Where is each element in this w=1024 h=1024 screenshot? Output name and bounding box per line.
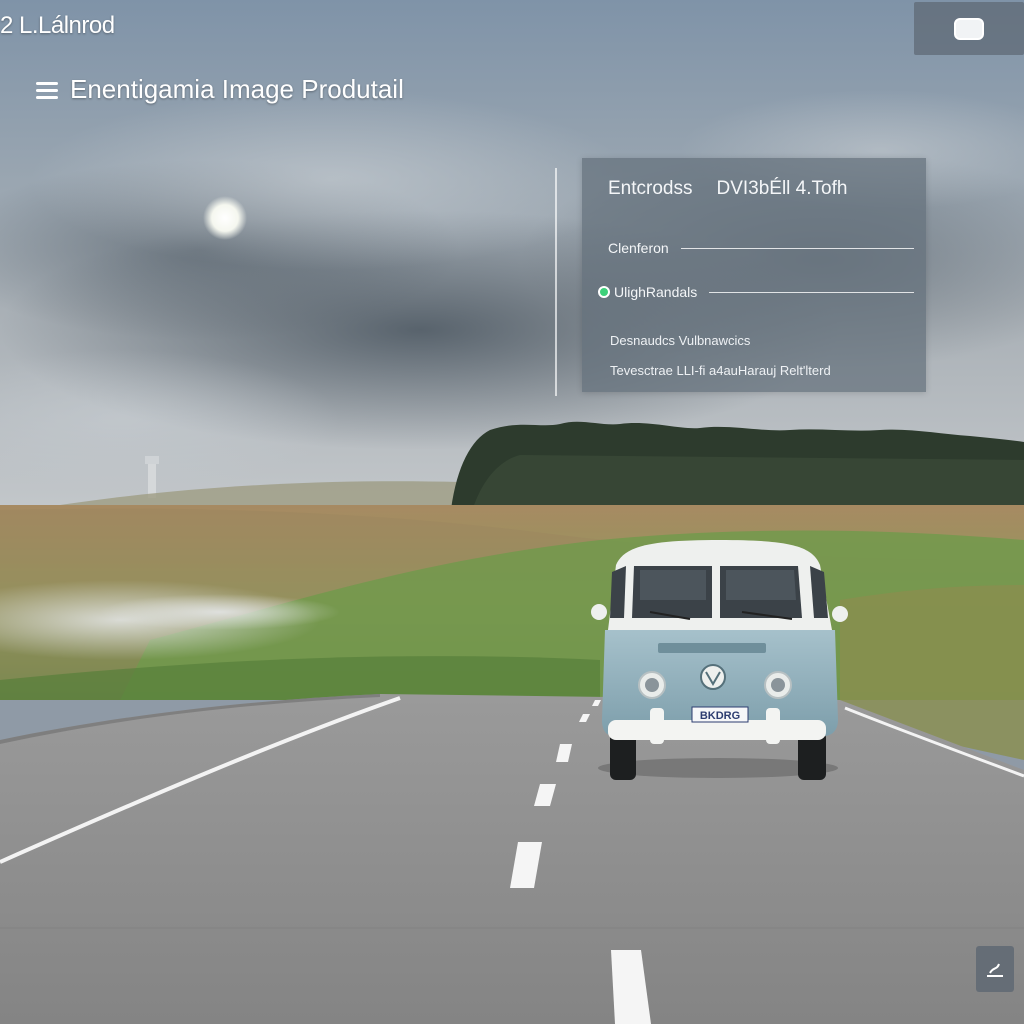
panel-tab-right[interactable]: DVI3bÉll 4.Tofh bbox=[716, 178, 847, 200]
window-button[interactable] bbox=[914, 2, 1024, 55]
field-slider-track[interactable] bbox=[680, 247, 914, 249]
background-photo: BKDRG bbox=[0, 0, 1024, 1024]
info-panel: Entcrodss DVI3bÉll 4.Tofh Clenferon Ulig… bbox=[582, 158, 926, 392]
app-title: Enentigamia Image Produtail bbox=[70, 74, 404, 104]
field-row-clenferon[interactable]: Clenferon bbox=[608, 240, 914, 256]
field-label: UlighRandals bbox=[614, 284, 698, 300]
panel-divider bbox=[555, 168, 557, 396]
field-row-ulighrandals[interactable]: UlighRandals bbox=[598, 284, 914, 300]
field-slider-track[interactable] bbox=[709, 291, 914, 293]
toggle-dot-icon[interactable] bbox=[598, 286, 610, 298]
field-label: Clenferon bbox=[608, 240, 669, 256]
window-title: 2 L.Lálnrod bbox=[0, 12, 115, 39]
panel-tab-left[interactable]: Entcrodss bbox=[608, 178, 692, 200]
app-header: Enentigamia Image Produtail bbox=[36, 74, 404, 105]
panel-header: Entcrodss DVI3bÉll 4.Tofh bbox=[608, 178, 914, 200]
license-plate: BKDRG bbox=[700, 710, 740, 722]
menu-icon[interactable] bbox=[36, 81, 58, 99]
corner-button[interactable] bbox=[976, 946, 1014, 992]
window-icon bbox=[954, 17, 984, 40]
panel-text-line-2: Tevesctrae LLI-fi a4auHarauj Relt'lterd bbox=[610, 363, 831, 378]
panel-text-line-1: Desnaudcs Vulbnawcics bbox=[610, 333, 751, 348]
signature-icon bbox=[987, 963, 1003, 977]
